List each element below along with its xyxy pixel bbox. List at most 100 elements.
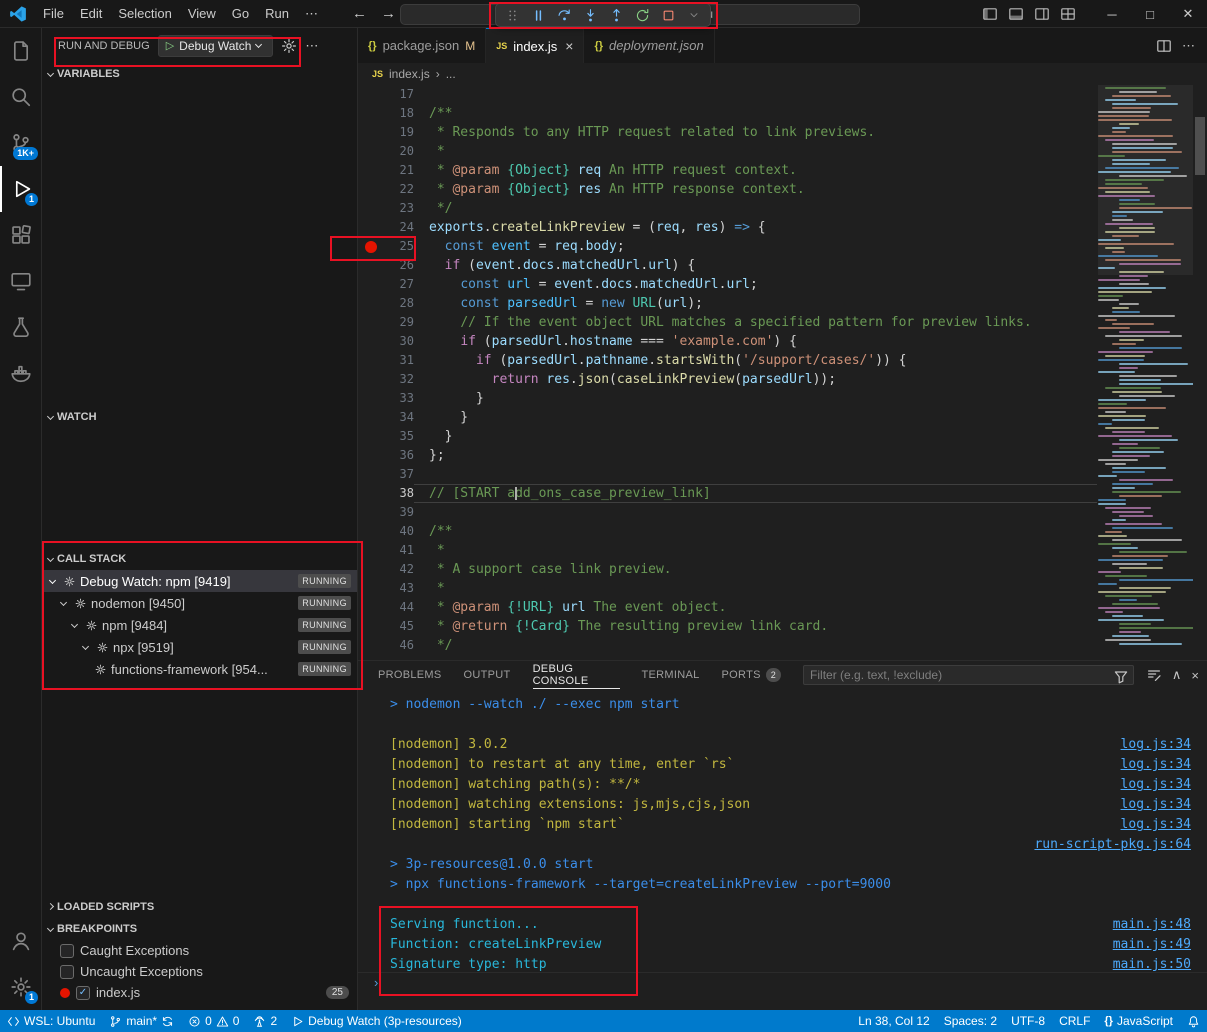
debug-console-input[interactable]: › — [358, 972, 1207, 992]
toggle-secondary-sidebar-icon[interactable] — [1031, 3, 1053, 25]
breakpoint-gutter[interactable] — [358, 503, 384, 522]
activity-run-and-debug[interactable]: 1 — [0, 166, 42, 212]
close-panel-icon[interactable]: × — [1191, 668, 1199, 683]
breakpoint-gutter[interactable] — [358, 465, 384, 484]
breakpoint-gutter[interactable] — [358, 237, 384, 256]
activity-docker[interactable] — [0, 350, 42, 396]
source-location-link[interactable]: log.js:34 — [1121, 815, 1191, 835]
stop-icon[interactable] — [656, 5, 680, 25]
breakpoint-gutter[interactable] — [358, 104, 384, 123]
breakpoint-gutter[interactable] — [358, 218, 384, 237]
breakpoint-gutter[interactable] — [358, 446, 384, 465]
breakpoint-gutter[interactable] — [358, 522, 384, 541]
status-cursor-position[interactable]: Ln 38, Col 12 — [851, 1010, 936, 1032]
call-stack-row[interactable]: Debug Watch: npm [9419]RUNNING — [42, 570, 357, 592]
customize-layout-icon[interactable] — [1057, 3, 1079, 25]
tab-index.js[interactable]: JSindex.js× — [486, 28, 584, 63]
status-problems[interactable]: 00 — [181, 1010, 246, 1032]
source-location-link[interactable]: log.js:34 — [1121, 795, 1191, 815]
call-stack-row[interactable]: npx [9519]RUNNING — [42, 636, 357, 658]
maximize-button[interactable]: □ — [1131, 0, 1169, 28]
breakpoint-gutter[interactable] — [358, 199, 384, 218]
breakpoint-gutter[interactable] — [358, 313, 384, 332]
activity-testing[interactable] — [0, 304, 42, 350]
start-debug-icon[interactable]: ▷ — [166, 39, 174, 52]
views-more-icon[interactable]: ⋯ — [305, 38, 318, 54]
forward-arrow-icon[interactable]: → — [381, 5, 396, 22]
checkbox[interactable]: ✓ — [76, 986, 90, 1000]
activity-accounts[interactable] — [0, 918, 42, 964]
chevron-down-icon[interactable] — [82, 642, 89, 649]
close-tab-icon[interactable]: × — [565, 38, 573, 54]
activity-extensions[interactable] — [0, 212, 42, 258]
activity-remote-explorer[interactable] — [0, 258, 42, 304]
pause-icon[interactable] — [526, 5, 550, 25]
section-watch[interactable]: WATCH — [42, 406, 357, 428]
status-remote-indicator[interactable]: WSL: Ubuntu — [0, 1010, 102, 1032]
step-into-icon[interactable] — [578, 5, 602, 25]
code-editor[interactable]: 1718/**19 * Responds to any HTTP request… — [358, 85, 1207, 660]
breakpoint-gutter[interactable] — [358, 427, 384, 446]
close-button[interactable]: ✕ — [1169, 0, 1207, 28]
minimize-button[interactable]: ─ — [1093, 0, 1131, 28]
status-encoding[interactable]: UTF-8 — [1004, 1010, 1052, 1032]
section-variables[interactable]: VARIABLES — [42, 63, 357, 85]
menu-edit[interactable]: Edit — [72, 3, 110, 25]
toggle-sidebar-icon[interactable] — [979, 3, 1001, 25]
chevron-down-icon[interactable] — [49, 576, 56, 583]
chevron-down-icon[interactable] — [60, 598, 67, 605]
source-location-link[interactable]: log.js:34 — [1121, 735, 1191, 755]
checkbox[interactable] — [60, 944, 74, 958]
breakpoint-gutter[interactable] — [358, 617, 384, 636]
checkbox[interactable] — [60, 965, 74, 979]
breakpoint-gutter[interactable] — [358, 85, 384, 104]
breakpoint-gutter[interactable] — [358, 598, 384, 617]
debug-settings-gear-icon[interactable] — [281, 38, 297, 54]
breakpoint-gutter[interactable] — [358, 408, 384, 427]
back-arrow-icon[interactable]: ← — [352, 5, 367, 22]
step-over-icon[interactable] — [552, 5, 576, 25]
breakpoint-gutter[interactable] — [358, 541, 384, 560]
activity-explorer[interactable] — [0, 28, 42, 74]
call-stack-row[interactable]: functions-framework [954...RUNNING — [42, 658, 357, 680]
section-breakpoints[interactable]: BREAKPOINTS — [42, 918, 357, 940]
activity-source-control[interactable]: 1K+ — [0, 120, 42, 166]
breakpoint-gutter[interactable] — [358, 389, 384, 408]
status-indentation[interactable]: Spaces: 2 — [937, 1010, 1004, 1032]
toggle-panel-icon[interactable] — [1005, 3, 1027, 25]
launch-config-dropdown[interactable]: ▷ Debug Watch — [158, 35, 274, 57]
status-debug-status[interactable]: Debug Watch (3p-resources) — [284, 1010, 469, 1032]
status-forwarded-ports[interactable]: 2 — [246, 1010, 284, 1032]
breakpoint-dot[interactable] — [365, 241, 377, 253]
maximize-panel-icon[interactable]: ∧ — [1172, 667, 1182, 683]
source-location-link[interactable]: main.js:49 — [1113, 935, 1191, 955]
call-stack-row[interactable]: npm [9484]RUNNING — [42, 614, 357, 636]
breakpoint-row[interactable]: Uncaught Exceptions — [42, 961, 357, 982]
breakpoint-gutter[interactable] — [358, 180, 384, 199]
panel-tab-terminal[interactable]: TERMINAL — [642, 661, 700, 689]
split-editor-icon[interactable] — [1156, 38, 1172, 54]
breakpoint-gutter[interactable] — [358, 294, 384, 313]
source-location-link[interactable]: run-script-pkg.js:64 — [1034, 835, 1191, 855]
status-end-of-line[interactable]: CRLF — [1052, 1010, 1097, 1032]
menu-go[interactable]: Go — [224, 3, 257, 25]
breakpoint-gutter[interactable] — [358, 256, 384, 275]
panel-tab-debug-console[interactable]: DEBUG CONSOLE — [533, 661, 620, 689]
breakpoint-gutter[interactable] — [358, 142, 384, 161]
breakpoint-gutter[interactable] — [358, 161, 384, 180]
breadcrumb[interactable]: JS index.js › ... — [358, 63, 1207, 85]
status-language-mode[interactable]: {}JavaScript — [1097, 1010, 1180, 1032]
restart-icon[interactable] — [630, 5, 654, 25]
source-location-link[interactable]: log.js:34 — [1121, 775, 1191, 795]
tab-deployment.json[interactable]: {}deployment.json — [584, 28, 714, 63]
breakpoint-gutter[interactable] — [358, 370, 384, 389]
panel-tab-output[interactable]: OUTPUT — [464, 661, 511, 689]
editor-scrollbar[interactable] — [1195, 117, 1205, 175]
source-location-link[interactable]: main.js:48 — [1113, 915, 1191, 935]
source-location-link[interactable]: log.js:34 — [1121, 755, 1191, 775]
section-call-stack[interactable]: CALL STACK — [42, 548, 357, 570]
activity-search[interactable] — [0, 74, 42, 120]
step-out-icon[interactable] — [604, 5, 628, 25]
breakpoint-gutter[interactable] — [358, 579, 384, 598]
breakpoint-gutter[interactable] — [358, 636, 384, 655]
